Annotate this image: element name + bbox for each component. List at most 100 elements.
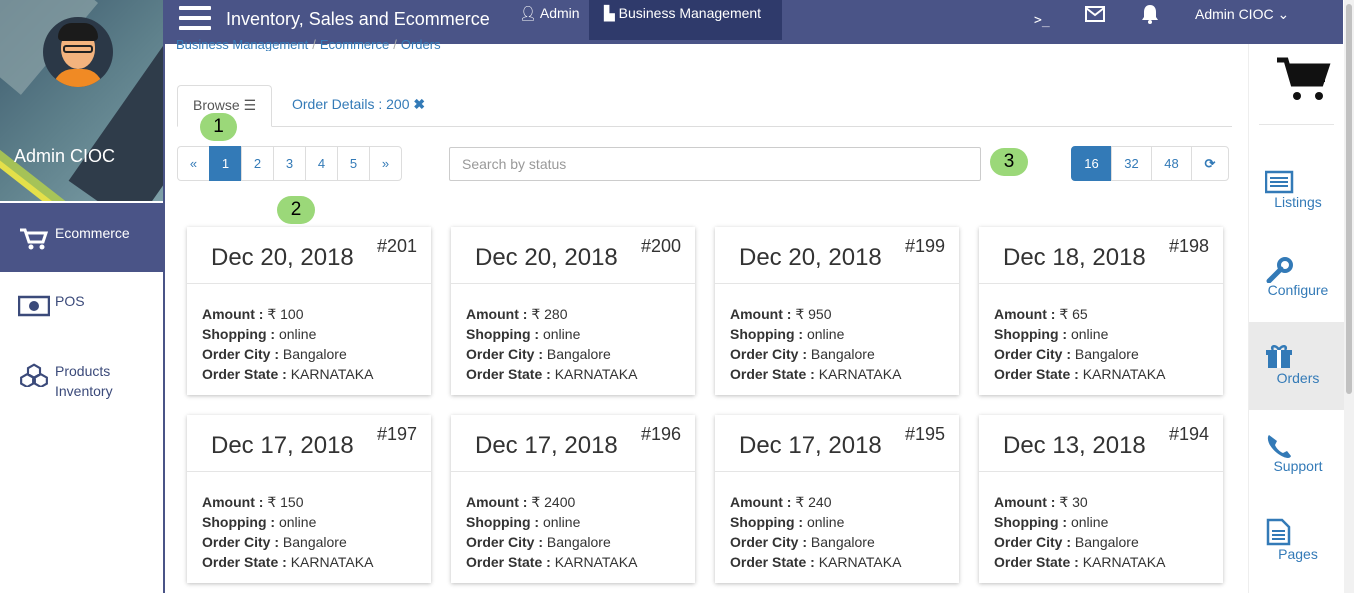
shopping-label: Shopping : <box>994 514 1068 530</box>
scrollbar-thumb[interactable] <box>1346 4 1352 394</box>
order-date: Dec 13, 2018 <box>1003 432 1146 459</box>
refresh-icon[interactable]: ⟳ <box>1191 146 1229 181</box>
list-icon <box>1265 170 1294 194</box>
breadcrumb-item[interactable]: Orders <box>401 37 441 51</box>
user-menu[interactable]: Admin CIOC ⌄ <box>1195 6 1289 23</box>
page-size-48[interactable]: 48 <box>1151 146 1192 181</box>
close-icon[interactable]: ✖ <box>413 96 425 112</box>
city-label: Order City : <box>994 534 1072 550</box>
state-label: Order State : <box>466 554 551 570</box>
order-number: #200 <box>640 236 681 256</box>
sidebar-item-label: Products Inventory <box>55 363 113 399</box>
order-card[interactable]: Dec 13, 2018 #194 Amount : ₹ 30 Shopping … <box>979 415 1223 583</box>
order-card[interactable]: Dec 17, 2018 #197 Amount : ₹ 150 Shopping… <box>187 415 431 583</box>
avatar[interactable] <box>43 17 113 87</box>
order-state: KARNATAKA <box>554 554 638 570</box>
money-icon <box>18 295 50 317</box>
rs-item-pages[interactable]: Pages <box>1249 511 1344 593</box>
terminal-icon[interactable]: >_ <box>1034 13 1050 28</box>
cubes-icon <box>20 363 48 387</box>
order-number: #201 <box>376 236 417 256</box>
order-date: Dec 17, 2018 <box>739 432 882 459</box>
order-city: Bangalore <box>546 346 611 362</box>
bell-icon[interactable] <box>1141 4 1159 24</box>
chevron-down-icon: ⌄ <box>1277 6 1290 22</box>
shopping-label: Shopping : <box>202 514 276 530</box>
rupee-icon: ₹ <box>1059 494 1069 510</box>
order-amount: 280 <box>544 306 568 322</box>
page-1[interactable]: 1 <box>209 146 242 181</box>
page-size-32[interactable]: 32 <box>1111 146 1152 181</box>
profile-name: Admin CIOC <box>14 146 116 166</box>
profile-panel: Admin CIOC <box>0 0 163 201</box>
breadcrumb-item[interactable]: Ecommerce <box>320 37 389 51</box>
order-state: KARNATAKA <box>1082 554 1166 570</box>
rupee-icon: ₹ <box>1059 306 1069 322</box>
order-date: Dec 20, 2018 <box>211 244 354 271</box>
shopping-label: Shopping : <box>994 326 1068 342</box>
order-shopping: online <box>278 514 317 530</box>
order-card[interactable]: Dec 20, 2018 #201 Amount : ₹ 100 Shopping… <box>187 227 431 395</box>
nav-admin[interactable]: 👤︎ Admin <box>519 5 580 22</box>
order-amount: 150 <box>280 494 304 510</box>
order-date: Dec 20, 2018 <box>475 244 618 271</box>
order-number: #194 <box>1168 424 1209 444</box>
order-city: Bangalore <box>810 534 875 550</box>
page-size-16[interactable]: 16 <box>1071 146 1112 181</box>
page-5[interactable]: 5 <box>337 146 370 181</box>
nav-business-management[interactable]: ▙ Business Management <box>589 0 782 40</box>
order-shopping: online <box>1070 326 1109 342</box>
order-city: Bangalore <box>546 534 611 550</box>
order-state: KARNATAKA <box>1082 366 1166 382</box>
city-label: Order City : <box>202 346 280 362</box>
amount-label: Amount : <box>994 494 1056 510</box>
order-shopping: online <box>542 514 581 530</box>
sidebar-item-products-inventory[interactable]: Products Inventory <box>0 355 163 415</box>
order-card[interactable]: Dec 18, 2018 #198 Amount : ₹ 65 Shopping … <box>979 227 1223 395</box>
order-amount: 100 <box>280 306 304 322</box>
sidebar-item-label: POS <box>55 293 85 309</box>
rs-item-listings[interactable]: Listings <box>1249 159 1344 247</box>
order-card[interactable]: Dec 20, 2018 #200 Amount : ₹ 280 Shopping… <box>451 227 695 395</box>
order-state: KARNATAKA <box>818 554 902 570</box>
amount-label: Amount : <box>730 494 792 510</box>
order-state: KARNATAKA <box>554 366 638 382</box>
page-prev[interactable]: « <box>177 146 210 181</box>
order-card[interactable]: Dec 17, 2018 #195 Amount : ₹ 240 Shopping… <box>715 415 959 583</box>
rs-item-orders[interactable]: Orders <box>1249 322 1344 410</box>
page-4[interactable]: 4 <box>305 146 338 181</box>
order-date: Dec 17, 2018 <box>475 432 618 459</box>
shopping-label: Shopping : <box>466 326 540 342</box>
list-icon: ☰ <box>243 97 257 113</box>
order-shopping: online <box>806 514 845 530</box>
state-label: Order State : <box>994 554 1079 570</box>
order-card[interactable]: Dec 17, 2018 #196 Amount : ₹ 2400 Shoppin… <box>451 415 695 583</box>
page-2[interactable]: 2 <box>241 146 274 181</box>
page-next[interactable]: » <box>369 146 402 181</box>
scrollbar[interactable] <box>1344 0 1354 593</box>
menu-icon[interactable] <box>179 6 211 34</box>
breadcrumb-item[interactable]: Business Management <box>176 37 308 51</box>
order-card[interactable]: Dec 20, 2018 #199 Amount : ₹ 950 Shopping… <box>715 227 959 395</box>
sidebar-item-ecommerce[interactable]: Ecommerce <box>0 203 163 272</box>
order-number: #197 <box>376 424 417 444</box>
order-amount: 950 <box>808 306 832 322</box>
order-shopping: online <box>1070 514 1109 530</box>
page-3[interactable]: 3 <box>273 146 306 181</box>
rs-item-support[interactable]: Support <box>1249 423 1344 511</box>
order-city: Bangalore <box>1074 346 1139 362</box>
order-number: #199 <box>904 236 945 256</box>
cart-icon[interactable] <box>1275 56 1331 104</box>
cart-icon <box>20 228 49 250</box>
rs-item-label: Support <box>1273 458 1323 474</box>
rs-item-label: Listings <box>1274 194 1322 210</box>
order-amount: 2400 <box>544 494 576 510</box>
search-input[interactable] <box>449 147 981 181</box>
tab-order-details[interactable]: Order Details : 200 ✖ <box>292 96 425 113</box>
mail-icon[interactable] <box>1085 6 1105 22</box>
order-state: KARNATAKA <box>290 554 374 570</box>
sidebar-item-pos[interactable]: POS <box>0 285 163 335</box>
order-city: Bangalore <box>282 534 347 550</box>
city-label: Order City : <box>994 346 1072 362</box>
shopping-label: Shopping : <box>730 326 804 342</box>
